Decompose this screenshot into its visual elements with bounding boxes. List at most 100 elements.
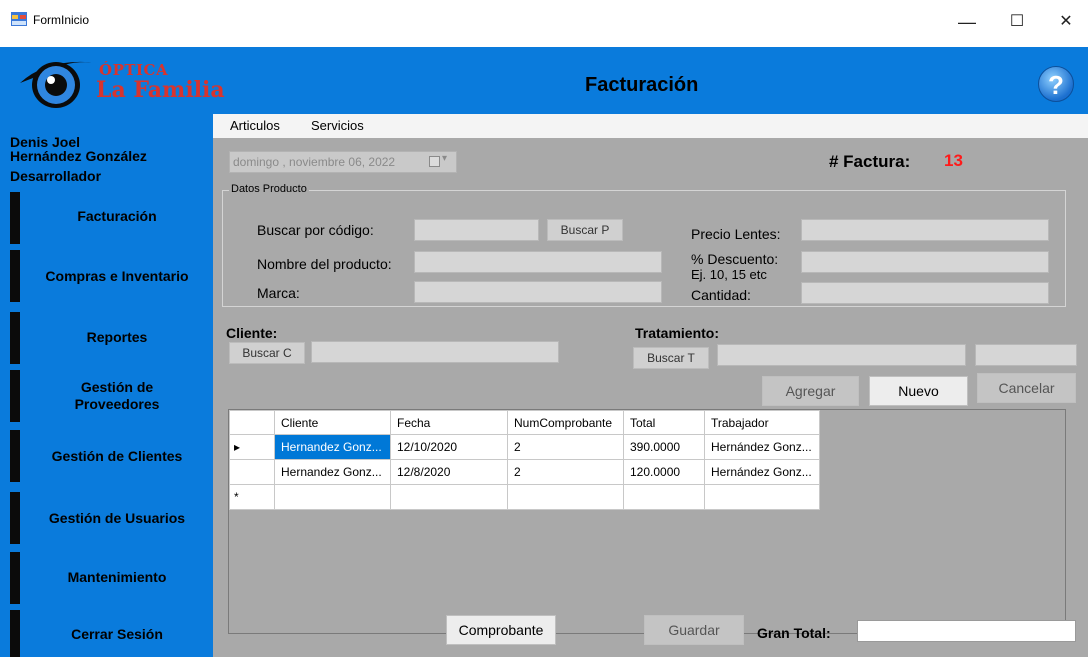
sidebar-item-label: Cerrar Sesión (71, 626, 163, 642)
marca-label: Marca: (257, 285, 300, 301)
column-header-numcomprobante[interactable]: NumComprobante (507, 410, 624, 435)
buscar-producto-button[interactable]: Buscar P (547, 219, 623, 241)
maximize-button[interactable]: ☐ (995, 10, 1039, 36)
sidebar-item-mantenimiento[interactable]: Mantenimiento (10, 552, 210, 604)
window-title: FormInicio (33, 13, 90, 27)
tratamiento-label: Tratamiento: (635, 325, 720, 341)
table-cell[interactable]: 390.0000 (623, 434, 705, 460)
row-selector-icon[interactable]: ▸ (229, 434, 275, 460)
agregar-button[interactable]: Agregar (762, 376, 859, 406)
table-row[interactable]: ▸ Hernandez Gonz... 12/10/2020 2 390.000… (229, 434, 820, 460)
sidebar-item-facturacion[interactable]: Facturación (10, 192, 210, 244)
column-header-total[interactable]: Total (623, 410, 705, 435)
sidebar-item-label: Compras e Inventario (45, 268, 189, 284)
facturas-grid[interactable]: Cliente Fecha NumComprobante Total Traba… (228, 409, 1066, 634)
table-cell[interactable]: 2 (507, 434, 624, 460)
column-header-trabajador[interactable]: Trabajador (704, 410, 820, 435)
table-cell[interactable] (274, 484, 391, 510)
descuento-field[interactable] (801, 251, 1049, 273)
gran-total-label: Gran Total: (757, 625, 831, 641)
table-row[interactable]: Hernandez Gonz... 12/8/2020 2 120.0000 H… (229, 459, 820, 485)
logo-text-familia: La Familia (96, 77, 225, 103)
sidebar-item-label: Facturación (77, 208, 157, 224)
title-bar: FormInicio — ☐ ✕ (0, 0, 1088, 47)
table-cell[interactable] (704, 484, 820, 510)
sidebar: Denis Joel Hernández González Desarrolla… (0, 114, 213, 657)
table-cell[interactable]: 120.0000 (623, 459, 705, 485)
nombre-producto-field[interactable] (414, 251, 662, 273)
new-row-icon[interactable]: * (229, 484, 275, 510)
precio-lentes-label: Precio Lentes: (691, 226, 781, 242)
invoice-number-label: # Factura: (829, 152, 911, 171)
row-header-corner (229, 410, 275, 435)
table-new-row[interactable]: * (229, 484, 820, 510)
column-header-fecha[interactable]: Fecha (390, 410, 508, 435)
sidebar-item-reportes[interactable]: Reportes (10, 312, 210, 364)
cantidad-label: Cantidad: (691, 287, 751, 303)
cliente-field[interactable] (311, 341, 559, 363)
comprobante-button[interactable]: Comprobante (446, 615, 556, 645)
sidebar-item-clientes[interactable]: Gestión de Clientes (10, 430, 210, 482)
table-cell[interactable]: Hernandez Gonz... (274, 434, 391, 460)
marca-field[interactable] (414, 281, 662, 303)
table-cell[interactable]: 2 (507, 459, 624, 485)
sidebar-item-usuarios[interactable]: Gestión de Usuarios (10, 492, 210, 544)
descuento-label: % Descuento: (691, 251, 779, 267)
sidebar-item-label: Gestión de Proveedores (74, 379, 160, 412)
precio-lentes-field[interactable] (801, 219, 1049, 241)
cancelar-button[interactable]: Cancelar (977, 373, 1076, 403)
column-header-cliente[interactable]: Cliente (274, 410, 391, 435)
menu-bar: Articulos Servicios (213, 114, 1088, 138)
minimize-button[interactable]: — (945, 10, 989, 36)
product-group-legend: Datos Producto (229, 183, 309, 195)
table-cell[interactable]: 12/10/2020 (390, 434, 508, 460)
buscar-cliente-button[interactable]: Buscar C (229, 342, 305, 364)
tratamiento-extra-field[interactable] (975, 344, 1077, 366)
sidebar-item-label: Gestión de Clientes (51, 448, 183, 464)
sidebar-item-indicator (10, 552, 20, 604)
date-picker[interactable]: domingo , noviembre 06, 2022 ▾ (229, 151, 457, 173)
table-cell[interactable] (507, 484, 624, 510)
nuevo-button[interactable]: Nuevo (869, 376, 968, 406)
table-cell[interactable] (390, 484, 508, 510)
table-cell[interactable]: Hernández Gonz... (704, 434, 820, 460)
chevron-down-icon[interactable]: ▾ (442, 153, 447, 164)
app-window: FormInicio — ☐ ✕ ÓPTICA La Familia Factu… (0, 0, 1088, 657)
sidebar-item-cerrar-sesion[interactable]: Cerrar Sesión (10, 610, 210, 657)
calendar-icon[interactable] (429, 156, 440, 167)
guardar-button[interactable]: Guardar (644, 615, 744, 645)
user-last-name: Hernández González (10, 148, 147, 164)
row-selector[interactable] (229, 459, 275, 485)
nombre-producto-label: Nombre del producto: (257, 256, 392, 272)
sidebar-item-label: Gestión de Usuarios (48, 510, 186, 526)
codigo-input[interactable] (414, 219, 539, 241)
sidebar-item-label: Mantenimiento (67, 569, 167, 585)
sidebar-item-indicator (10, 492, 20, 544)
sidebar-item-indicator (10, 610, 20, 657)
invoice-number: 13 (944, 151, 963, 170)
cantidad-field[interactable] (801, 282, 1049, 304)
eye-logo-icon (20, 61, 98, 108)
sidebar-item-indicator (10, 250, 20, 302)
buscar-tratamiento-button[interactable]: Buscar T (633, 347, 709, 369)
menu-articulos[interactable]: Articulos (230, 118, 280, 133)
table-cell[interactable]: Hernandez Gonz... (274, 459, 391, 485)
close-button[interactable]: ✕ (1044, 10, 1088, 36)
page-title: Facturación (585, 74, 699, 96)
help-icon[interactable]: ? (1038, 66, 1074, 102)
tratamiento-field[interactable] (717, 344, 966, 366)
table-cell[interactable]: 12/8/2020 (390, 459, 508, 485)
user-role: Desarrollador (10, 168, 102, 184)
menu-servicios[interactable]: Servicios (311, 118, 364, 133)
sidebar-item-proveedores[interactable]: Gestión de Proveedores (10, 370, 210, 422)
gran-total-field[interactable] (857, 620, 1076, 642)
main-panel: Articulos Servicios domingo , noviembre … (213, 114, 1088, 657)
app-header: ÓPTICA La Familia Facturación ? (0, 47, 1088, 114)
table-cell[interactable]: Hernández Gonz... (704, 459, 820, 485)
cliente-label: Cliente: (226, 325, 278, 341)
table-cell[interactable] (623, 484, 705, 510)
sidebar-item-compras[interactable]: Compras e Inventario (10, 250, 210, 302)
facturas-table: Cliente Fecha NumComprobante Total Traba… (229, 410, 820, 510)
sidebar-item-indicator (10, 370, 20, 422)
sidebar-item-indicator (10, 312, 20, 364)
